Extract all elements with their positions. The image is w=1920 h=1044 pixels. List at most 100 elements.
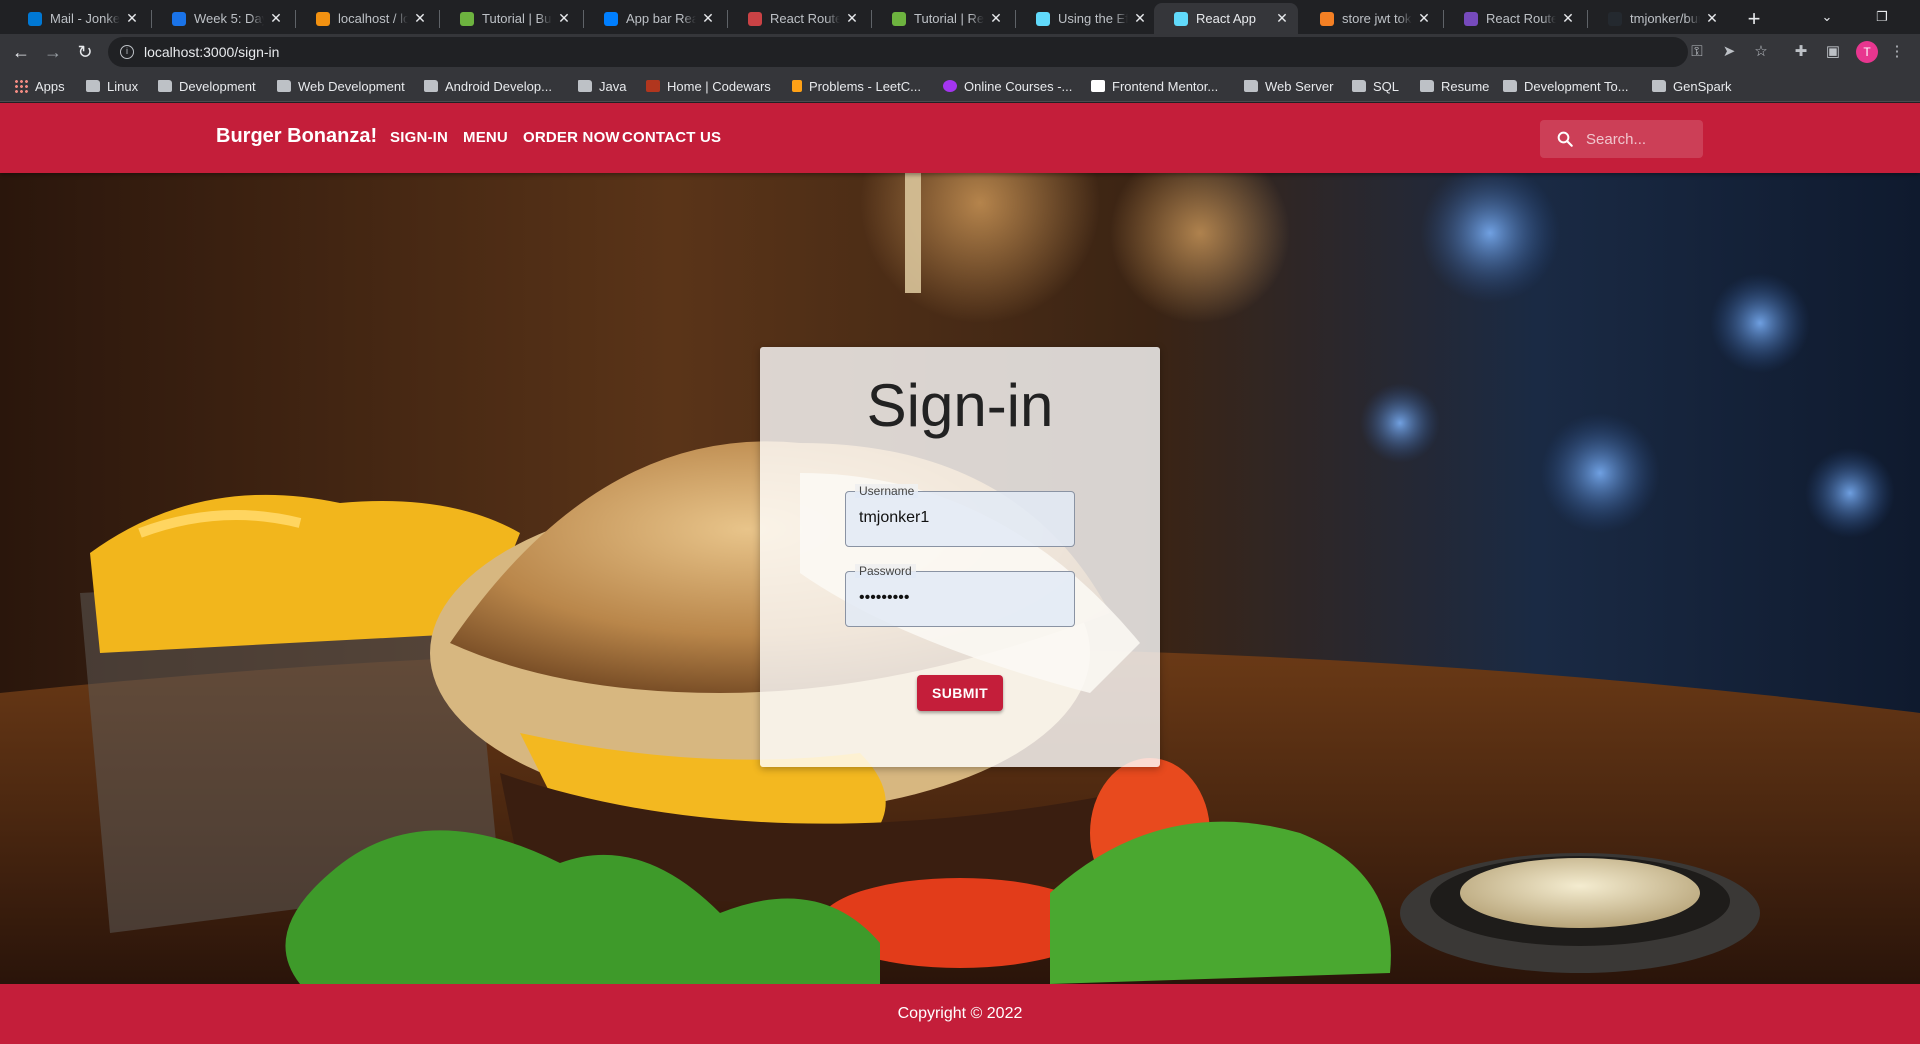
search-box[interactable] [1540, 120, 1703, 158]
close-tab-icon[interactable]: ✕ [124, 10, 140, 27]
browser-tab[interactable]: Tutorial | Building ✕ [440, 3, 580, 34]
bookmark-label: Resume [1441, 78, 1490, 94]
password-input[interactable] [859, 589, 1059, 607]
close-tab-icon[interactable]: ✕ [1132, 10, 1148, 27]
browser-tab[interactable]: React Router ✕ [728, 3, 868, 34]
mui-favicon-icon [604, 11, 618, 26]
browser-tab[interactable]: Week 5: Day 2 ✕ [152, 3, 292, 34]
bookmark-folder[interactable]: Resume [1420, 76, 1489, 96]
close-tab-icon[interactable]: ✕ [1416, 10, 1432, 27]
brand-title[interactable]: Burger Bonanza! [216, 125, 377, 148]
close-tab-icon[interactable]: ✕ [988, 10, 1004, 27]
address-bar[interactable]: i localhost:3000/sign-in [108, 37, 1688, 67]
bookmark-codewars[interactable]: Home | Codewars [646, 76, 771, 96]
forward-arrow-icon[interactable]: → [40, 39, 66, 65]
bookmark-label: Development [179, 78, 256, 94]
close-tab-icon[interactable]: ✕ [412, 10, 428, 27]
send-tab-icon[interactable]: ➤ [1716, 39, 1742, 65]
new-tab-icon[interactable]: + [1740, 5, 1768, 33]
bookmark-frontend-mentor[interactable]: Frontend Mentor... [1091, 76, 1218, 96]
tab-title: Tutorial | Building [482, 11, 552, 26]
nav-contact-us[interactable]: CONTACT US [622, 129, 721, 146]
search-icon [1557, 131, 1573, 147]
bookmarks-bar: Apps Linux Development Web Development A… [0, 70, 1920, 102]
key-icon[interactable]: ⚿ [1684, 39, 1710, 65]
bookmark-folder[interactable]: Web Development [277, 76, 405, 96]
leetcode-icon [792, 80, 802, 92]
bookmark-folder[interactable]: Web Server [1244, 76, 1333, 96]
browser-tab[interactable]: Using the Effect ✕ [1016, 3, 1156, 34]
search-input[interactable] [1586, 130, 1696, 148]
browser-tab[interactable]: tmjonker/burger ✕ [1588, 3, 1728, 34]
bookmark-apps[interactable]: Apps [14, 76, 65, 96]
bookmark-label: Android Develop... [445, 78, 552, 94]
bookmark-folder[interactable]: Linux [86, 76, 138, 96]
browser-tab-active[interactable]: React App ✕ [1154, 3, 1298, 34]
close-tab-icon[interactable]: ✕ [556, 10, 572, 27]
back-arrow-icon[interactable]: ← [8, 39, 34, 65]
site-info-icon[interactable]: i [120, 45, 134, 59]
close-tab-icon[interactable]: ✕ [1560, 10, 1576, 27]
extensions-puzzle-icon[interactable]: ✚ [1788, 39, 1814, 65]
browser-tab[interactable]: Tutorial | React ✕ [872, 3, 1012, 34]
close-tab-icon[interactable]: ✕ [1274, 10, 1290, 27]
react-router-favicon-icon [748, 11, 762, 26]
password-field[interactable]: Password [845, 564, 1075, 627]
reload-icon[interactable]: ↻ [72, 39, 98, 65]
bookmark-label: Web Development [298, 78, 405, 94]
profile-avatar[interactable]: T [1856, 41, 1878, 63]
spring-favicon-icon [892, 11, 906, 26]
browser-tab[interactable]: Mail - Jonker, Timothy ✕ [8, 3, 148, 34]
udemy-icon [943, 80, 957, 92]
browser-tab[interactable]: localhost / localhost ✕ [296, 3, 436, 34]
browser-tab[interactable]: store jwt token ✕ [1300, 3, 1440, 34]
sign-in-title: Sign-in [866, 372, 1054, 439]
tab-title: Using the Effect [1058, 11, 1128, 26]
submit-button[interactable]: SUBMIT [917, 675, 1003, 711]
nav-sign-in[interactable]: SIGN-IN [390, 129, 448, 146]
close-tab-icon[interactable]: ✕ [700, 10, 716, 27]
folder-icon [1503, 80, 1517, 92]
side-panel-icon[interactable]: ▣ [1820, 39, 1846, 65]
github-favicon-icon [1608, 11, 1622, 26]
bookmark-folder[interactable]: Java [578, 76, 626, 96]
bookmark-folder[interactable]: Development To... [1503, 76, 1629, 96]
bookmark-label: Development To... [1524, 78, 1629, 94]
bookmark-label: Home | Codewars [667, 78, 771, 94]
footer-copyright: Copyright © 2022 [0, 984, 1920, 1044]
nav-menu[interactable]: MENU [463, 129, 508, 146]
nav-order-now[interactable]: ORDER NOW [523, 129, 620, 146]
address-url[interactable]: localhost:3000/sign-in [144, 44, 279, 60]
close-tab-icon[interactable]: ✕ [844, 10, 860, 27]
bookmark-label: Apps [35, 78, 65, 94]
bookmark-label: Web Server [1265, 78, 1334, 94]
close-tab-icon[interactable]: ✕ [268, 10, 284, 27]
bookmark-leetcode[interactable]: Problems - LeetC... [792, 76, 921, 96]
bookmark-folder[interactable]: GenSpark [1652, 76, 1732, 96]
bookmark-label: Frontend Mentor... [1112, 78, 1219, 94]
react-favicon-icon [1036, 11, 1050, 26]
username-field[interactable]: Username [845, 484, 1075, 547]
folder-icon [277, 80, 291, 92]
codewars-icon [646, 80, 660, 92]
folder-icon [1420, 80, 1434, 92]
web-page: Burger Bonanza! SIGN-IN MENU ORDER NOW C… [0, 103, 1920, 1044]
bookmark-folder[interactable]: Android Develop... [424, 76, 552, 96]
tab-title: tmjonker/burger [1630, 11, 1700, 26]
bookmark-udemy[interactable]: Online Courses -... [943, 76, 1072, 96]
browser-tab[interactable]: App bar React ✕ [584, 3, 724, 34]
bookmark-folder[interactable]: Development [158, 76, 256, 96]
folder-icon [1244, 80, 1258, 92]
bookmark-label: Java [599, 78, 627, 94]
tab-favicon-icon [172, 11, 186, 26]
restore-window-icon[interactable]: ❐ [1870, 5, 1894, 29]
tab-search-chevron-icon[interactable]: ⌄ [1815, 5, 1839, 29]
bookmark-folder[interactable]: SQL [1352, 76, 1399, 96]
close-tab-icon[interactable]: ✕ [1704, 10, 1720, 27]
username-input[interactable] [859, 509, 1059, 527]
app-bar: Burger Bonanza! SIGN-IN MENU ORDER NOW C… [0, 103, 1920, 173]
browser-menu-icon[interactable]: ⋮ [1884, 39, 1910, 65]
stackoverflow-favicon-icon [1320, 11, 1334, 26]
browser-tab[interactable]: React Router ✕ [1444, 3, 1584, 34]
bookmark-star-icon[interactable]: ☆ [1748, 39, 1774, 65]
